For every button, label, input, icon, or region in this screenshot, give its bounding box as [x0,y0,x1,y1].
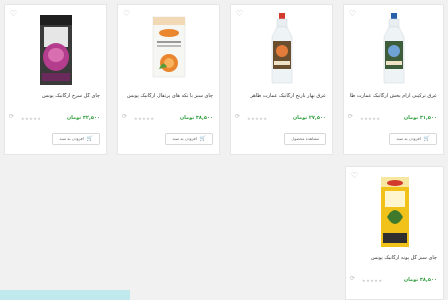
rating-stars: ★★★★★ [362,278,383,283]
product-price: ۳۱,۵۰۰ تومان [403,115,437,121]
cart-icon: 🛒 [199,136,206,142]
product-price: ۳۸,۵۰۰ تومان [403,277,437,283]
product-card[interactable]: ♡ چای گل سرخ ارگانیک پونس ۳۲,۵۰۰ تومان ★… [4,4,107,155]
footer-strip [0,290,130,300]
product-title[interactable]: چای گل سرخ ارگانیک پونس [11,93,100,99]
product-image[interactable] [231,11,332,89]
product-title[interactable]: عرق بهار نارنج ارگانیک عمارت طاهر [237,93,326,99]
bottle-image [271,13,292,84]
add-to-cart-label: افزودن به سبد [396,136,421,141]
rating-stars: ★★★★★ [21,116,42,121]
tea-box-image [380,177,409,247]
rating-stars: ★★★★★ [360,116,381,121]
compare-icon[interactable]: ⟳ [348,113,353,120]
compare-icon[interactable]: ⟳ [350,275,355,282]
product-price: ۳۲,۵۰۰ تومان [66,115,100,121]
product-price: ۲۷,۵۰۰ تومان [292,115,326,121]
compare-icon[interactable]: ⟳ [235,113,240,120]
product-image[interactable] [118,11,219,89]
rating-stars: ★★★★★ [247,116,268,121]
product-card[interactable]: ♡ عرق بهار نارنج ارگانیک عمارت طاهر ۲۷,۵… [230,4,333,155]
product-card[interactable]: ♡ عرق ترکیبی آرام بخش ارگانیک عمارت طاهر… [343,4,444,155]
product-price: ۳۸,۵۰۰ تومان [179,115,213,121]
add-to-cart-button[interactable]: 🛒 افزودن به سبد [165,133,213,145]
product-card[interactable]: ♡ چای سبز با تکه های پرتقال ارگانیک پونس… [117,4,220,155]
product-title[interactable]: عرق ترکیبی آرام بخش ارگانیک عمارت طاهر [350,93,437,99]
bottle-image [383,13,404,84]
cart-icon: 🛒 [423,136,430,142]
add-to-cart-label: افزودن به سبد [172,136,197,141]
add-to-cart-label: افزودن به سبد [59,136,84,141]
product-image[interactable] [344,11,443,89]
product-image[interactable] [346,173,443,251]
product-title[interactable]: چای سبز گل پونه ارگانیک پونس [352,255,437,261]
cart-icon: 🛒 [86,136,93,142]
view-product-label: مشاهده محصول [291,136,319,141]
compare-icon[interactable]: ⟳ [122,113,127,120]
add-to-cart-button[interactable]: 🛒 افزودن به سبد [52,133,100,145]
product-title[interactable]: چای سبز با تکه های پرتقال ارگانیک پونس [124,93,213,99]
tea-pouch-image [152,16,185,78]
add-to-cart-button[interactable]: 🛒 افزودن به سبد [389,133,437,145]
product-card[interactable]: ♡ چای سبز گل پونه ارگانیک پونس ۳۸,۵۰۰ تو… [345,166,444,300]
tea-box-image [39,15,72,85]
compare-icon[interactable]: ⟳ [9,113,14,120]
view-product-button[interactable]: مشاهده محصول [284,133,326,145]
product-image[interactable] [5,11,106,89]
rating-stars: ★★★★★ [134,116,155,121]
